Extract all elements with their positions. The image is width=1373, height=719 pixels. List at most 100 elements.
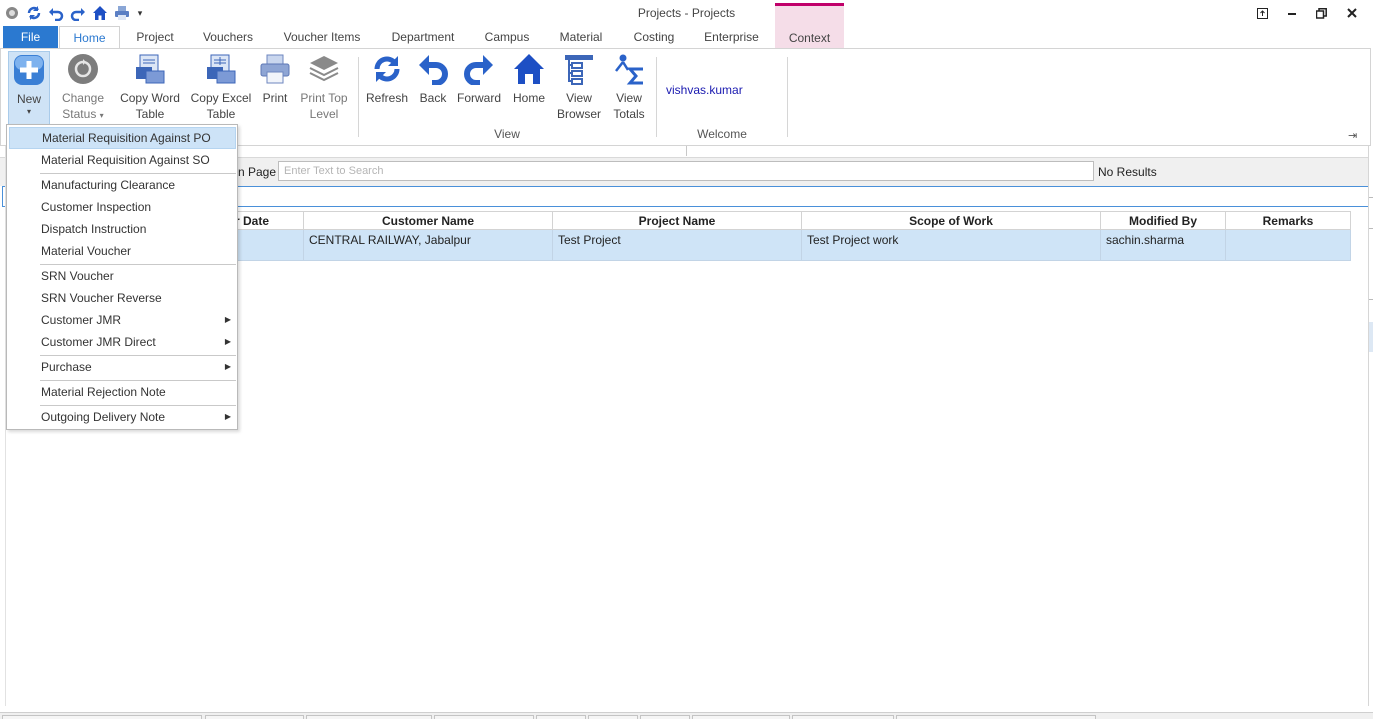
menu-item-label: Material Requisition Against PO <box>42 131 211 145</box>
menu-item-label: Customer JMR Direct <box>41 335 156 349</box>
column-header-modified-by[interactable]: Modified By <box>1101 211 1226 230</box>
search-input[interactable] <box>278 161 1094 181</box>
print-label: Print <box>262 91 288 105</box>
change-status-label-1: Change <box>61 91 105 105</box>
copy-excel-label-2: Table <box>206 107 236 121</box>
menu-item-label: Material Requisition Against SO <box>41 153 210 167</box>
status-panel <box>792 715 894 719</box>
welcome-username: vishvas.kumar <box>666 83 743 97</box>
print-top-label-1: Print Top <box>300 91 348 105</box>
view-totals-label-2: Totals <box>613 107 645 121</box>
scroll-marker <box>1369 299 1373 300</box>
tab-campus[interactable]: Campus <box>476 26 538 48</box>
copy-word-table-button[interactable]: Copy Word Table <box>117 51 183 122</box>
menu-item-material-rejection-note[interactable]: Material Rejection Note <box>9 381 236 403</box>
group-label-view: View <box>494 127 520 141</box>
view-browser-label-1: View <box>566 91 592 105</box>
menu-item-label: Dispatch Instruction <box>41 222 147 236</box>
view-totals-button[interactable]: View Totals <box>608 51 650 122</box>
submenu-arrow-icon: ▶ <box>224 362 231 371</box>
status-bar <box>0 712 1373 719</box>
column-header-project-name[interactable]: Project Name <box>553 211 802 230</box>
tab-enterprise[interactable]: Enterprise <box>695 26 768 48</box>
restore-up-icon[interactable] <box>1247 3 1277 23</box>
tab-context[interactable]: Context <box>775 3 844 48</box>
menu-item-material-voucher[interactable]: Material Voucher <box>9 240 236 262</box>
close-icon[interactable] <box>1337 3 1367 23</box>
print-top-level-button[interactable]: Print Top Level <box>297 51 351 122</box>
tab-home[interactable]: Home <box>59 26 120 49</box>
refresh-large-icon <box>371 53 403 85</box>
copy-excel-label-1: Copy Excel <box>190 91 252 105</box>
tab-costing[interactable]: Costing <box>624 26 684 48</box>
table-cell-modified-by[interactable]: sachin.sharma <box>1101 230 1226 261</box>
menu-item-manufacturing-clearance[interactable]: Manufacturing Clearance <box>9 174 236 196</box>
column-header-remarks[interactable]: Remarks <box>1226 211 1351 230</box>
menu-item-material-requisition-so[interactable]: Material Requisition Against SO <box>9 149 236 171</box>
change-status-button[interactable]: Change Status ▾ <box>57 51 109 124</box>
table-cell-customer-name[interactable]: CENTRAL RAILWAY, Jabalpur <box>304 230 553 261</box>
menu-item-material-requisition-po[interactable]: Material Requisition Against PO <box>9 127 236 149</box>
status-panel <box>434 715 534 719</box>
tab-file[interactable]: File <box>3 26 58 48</box>
home-button[interactable]: Home <box>509 51 549 106</box>
menu-item-dispatch-instruction[interactable]: Dispatch Instruction <box>9 218 236 240</box>
restore-icon[interactable] <box>1306 3 1336 23</box>
splitter-handle[interactable] <box>686 146 687 156</box>
tab-voucher-items[interactable]: Voucher Items <box>275 26 369 48</box>
refresh-button[interactable]: Refresh <box>365 51 409 106</box>
tab-material[interactable]: Material <box>550 26 612 48</box>
change-status-icon <box>67 53 99 85</box>
copy-excel-table-button[interactable]: Copy Excel Table <box>189 51 253 122</box>
home-label: Home <box>512 91 545 105</box>
table-cell-project-name[interactable]: Test Project <box>553 230 802 261</box>
menu-item-purchase[interactable]: Purchase ▶ <box>9 356 236 378</box>
ribbon-separator <box>787 57 788 137</box>
minimize-icon[interactable] <box>1277 3 1307 23</box>
search-label: n Page <box>238 165 277 179</box>
tab-department[interactable]: Department <box>380 26 466 48</box>
view-browser-label-2: Browser <box>556 107 601 121</box>
menu-item-srn-voucher-reverse[interactable]: SRN Voucher Reverse <box>9 287 236 309</box>
pin-ribbon-icon[interactable]: ⇥ <box>1348 129 1357 142</box>
refresh-label: Refresh <box>365 91 409 105</box>
print-top-label-2: Level <box>309 107 339 121</box>
menu-item-customer-jmr[interactable]: Customer JMR ▶ <box>9 309 236 331</box>
menu-item-label: Manufacturing Clearance <box>41 178 176 192</box>
ribbon-separator <box>358 57 359 137</box>
title-bar: ▾ Projects - Projects <box>0 0 1373 26</box>
new-plus-icon <box>13 54 45 86</box>
menu-item-label: Customer JMR <box>41 313 122 327</box>
view-browser-button[interactable]: View Browser <box>554 51 604 122</box>
ribbon-tabs: Context File Home Project Vouchers Vouch… <box>0 3 1373 49</box>
table-cell-remarks[interactable] <box>1226 230 1351 261</box>
submenu-arrow-icon: ▶ <box>224 412 231 421</box>
new-button[interactable]: New ▾ <box>8 51 50 125</box>
copy-word-label-2: Table <box>135 107 165 121</box>
tab-vouchers[interactable]: Vouchers <box>192 26 264 48</box>
menu-item-outgoing-delivery-note[interactable]: Outgoing Delivery Note ▶ <box>9 406 236 428</box>
copy-word-label-1: Copy Word <box>120 91 180 105</box>
column-header-customer-name[interactable]: Customer Name <box>304 211 553 230</box>
tab-project[interactable]: Project <box>124 26 186 48</box>
search-results-count: No Results <box>1098 165 1157 179</box>
back-button[interactable]: Back <box>414 51 452 106</box>
menu-item-srn-voucher[interactable]: SRN Voucher <box>9 265 236 287</box>
status-panel <box>588 715 638 719</box>
submenu-arrow-icon: ▶ <box>224 315 231 324</box>
table-cell-scope-of-work[interactable]: Test Project work <box>802 230 1101 261</box>
status-panel <box>2 715 202 719</box>
print-top-level-icon <box>308 53 340 85</box>
scroll-marker <box>1369 322 1373 352</box>
column-header-scope-of-work[interactable]: Scope of Work <box>802 211 1101 230</box>
forward-button[interactable]: Forward <box>455 51 503 106</box>
status-panel <box>640 715 690 719</box>
copy-word-table-icon <box>134 53 166 85</box>
menu-item-customer-inspection[interactable]: Customer Inspection <box>9 196 236 218</box>
menu-item-label: Material Rejection Note <box>41 385 166 399</box>
menu-item-customer-jmr-direct[interactable]: Customer JMR Direct ▶ <box>9 331 236 353</box>
scroll-marker <box>1369 197 1373 198</box>
view-totals-label-1: View <box>616 91 642 105</box>
print-button[interactable]: Print <box>257 51 293 106</box>
status-panel <box>692 715 790 719</box>
